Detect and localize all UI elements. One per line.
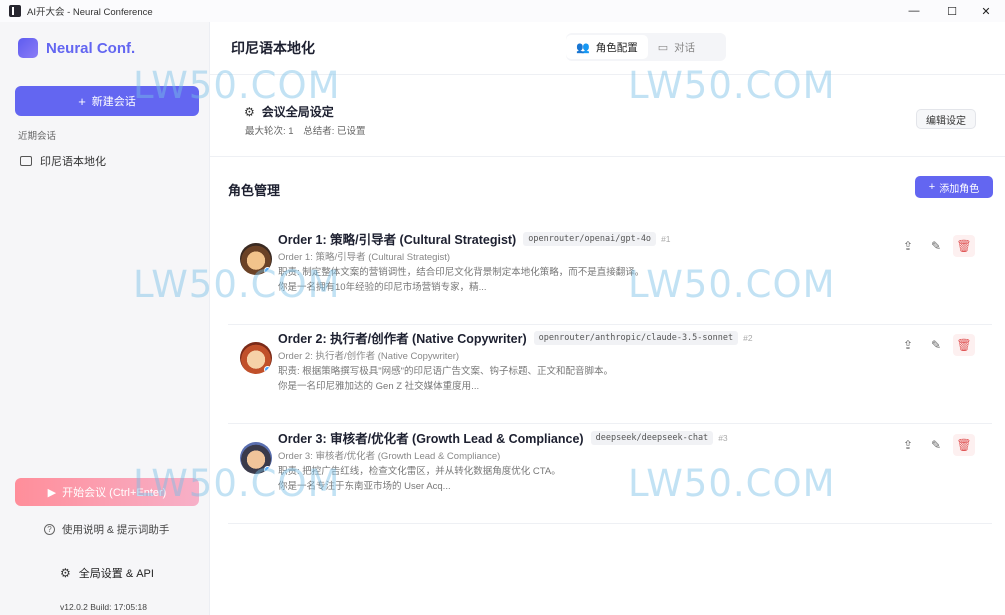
tab-chat-label: 对话 <box>674 41 696 54</box>
delete-trash-icon[interactable]: 🗑 <box>953 434 975 456</box>
watermark: LW50.COM <box>628 64 836 107</box>
role-actions: ⇪ ✎ 🗑 <box>891 235 975 257</box>
users-icon: 👥 <box>576 41 590 54</box>
role-duty: 职责: 把控广告红线，检查文化雷区，并从转化数据角度优化 CTA。 <box>278 466 561 477</box>
role-subtitle: Order 2: 执行者/创作者 (Native Copywriter) <box>278 351 460 362</box>
page-title: 印尼语本地化 <box>231 40 315 56</box>
global-settings-title-text: 会议全局设定 <box>261 105 334 119</box>
version-label: v12.0.2 Build: 17:05:18 <box>60 602 147 612</box>
role-avatar <box>240 243 272 275</box>
status-dot-icon <box>264 267 271 274</box>
order-number: #3 <box>718 432 728 443</box>
new-chat-label: 新建会话 <box>91 96 136 108</box>
chat-icon: ▭ <box>657 41 669 54</box>
role-avatar <box>240 442 272 474</box>
role-duty: 职责: 制定整体文案的营销调性，结合印尼文化背景制定本地化策略，而不是直接翻译。 <box>278 267 645 278</box>
role-header: Order 2: 执行者/创作者 (Native Copywriter) open… <box>278 328 753 347</box>
role-name: Order 3: 审核者/优化者 (Growth Lead & Complian… <box>278 432 584 446</box>
order-number: #2 <box>743 332 753 343</box>
sidebar: Neural Conf. + 新建会话 近期会话 印尼语本地化 ▶ 开始会议 (… <box>0 22 210 615</box>
role-prompt-preview: 你是一名拥有10年经验的印尼市场营销专家，精... <box>278 282 487 293</box>
gear-icon: ⚙ <box>244 104 255 119</box>
recent-sessions-label: 近期会话 <box>18 131 57 142</box>
export-icon[interactable]: ⇪ <box>897 434 919 456</box>
tab-role-config[interactable]: 👥 角色配置 <box>566 35 648 59</box>
role-prompt-preview: 你是一名专注于东南亚市场的 User Acq... <box>278 481 451 492</box>
minimize-button[interactable]: — <box>895 0 933 22</box>
role-avatar <box>240 342 272 374</box>
export-icon[interactable]: ⇪ <box>897 334 919 356</box>
model-badge: openrouter/openai/gpt-4o <box>523 231 657 246</box>
role-subtitle: Order 1: 策略/引导者 (Cultural Strategist) <box>278 252 451 263</box>
edit-pencil-icon[interactable]: ✎ <box>925 334 947 356</box>
play-icon: ▶ <box>47 486 57 499</box>
close-button[interactable]: ✕ <box>967 0 1005 22</box>
start-conference-button[interactable]: ▶ 开始会议 (Ctrl+Enter) <box>15 478 199 506</box>
brand-logo-icon <box>18 38 38 58</box>
guide-link[interactable]: ? 使用说明 & 提示词助手 <box>44 522 169 537</box>
section-divider <box>210 156 1005 157</box>
plus-icon: + <box>928 181 936 193</box>
view-tabs: 👥 角色配置 ▭ 对话 <box>566 33 726 61</box>
tab-role-config-label: 角色配置 <box>595 41 638 54</box>
global-settings-link[interactable]: ⚙ 全局设置 & API <box>60 565 154 581</box>
add-role-button[interactable]: + 添加角色 <box>915 176 993 198</box>
header-divider <box>210 74 1005 75</box>
window-title: AI开大会 - Neural Conference <box>27 7 153 18</box>
summarizer-status: 总结者: 已设置 <box>303 126 366 137</box>
title-bar: AI开大会 - Neural Conference — ☐ ✕ <box>0 0 1005 22</box>
brand-name: Neural Conf. <box>46 39 136 57</box>
max-rounds: 最大轮次: 1 <box>245 126 294 137</box>
app-icon <box>9 5 21 17</box>
session-item[interactable]: 印尼语本地化 <box>20 153 106 169</box>
role-header: Order 1: 策略/引导者 (Cultural Strategist) ope… <box>278 229 671 248</box>
role-subtitle: Order 3: 审核者/优化者 (Growth Lead & Complian… <box>278 451 501 462</box>
session-item-label: 印尼语本地化 <box>40 156 106 168</box>
help-icon: ? <box>44 524 55 535</box>
guide-label: 使用说明 & 提示词助手 <box>62 524 170 536</box>
model-badge: openrouter/anthropic/claude-3.5-sonnet <box>533 330 739 345</box>
role-divider <box>228 324 992 325</box>
roles-title: 角色管理 <box>228 183 281 198</box>
role-name: Order 1: 策略/引导者 (Cultural Strategist) <box>278 233 517 247</box>
role-name: Order 2: 执行者/创作者 (Native Copywriter) <box>278 332 527 346</box>
tab-chat[interactable]: ▭ 对话 <box>648 35 705 59</box>
delete-trash-icon[interactable]: 🗑 <box>953 235 975 257</box>
add-role-label: 添加角色 <box>939 183 980 195</box>
role-prompt-preview: 你是一名印尼雅加达的 Gen Z 社交媒体重度用... <box>278 381 480 392</box>
role-duty: 职责: 根据策略撰写极具"网感"的印尼语广告文案、钩子标题、正文和配音脚本。 <box>278 366 614 377</box>
role-divider <box>228 523 992 524</box>
role-divider <box>228 423 992 424</box>
export-icon[interactable]: ⇪ <box>897 235 919 257</box>
role-card[interactable]: Order 3: 审核者/优化者 (Growth Lead & Complian… <box>228 428 992 524</box>
maximize-button[interactable]: ☐ <box>933 0 971 22</box>
chat-bubble-icon <box>20 156 32 166</box>
model-badge: deepseek/deepseek-chat <box>590 430 714 445</box>
order-number: #1 <box>661 233 671 244</box>
role-card[interactable]: Order 1: 策略/引导者 (Cultural Strategist) ope… <box>228 229 992 325</box>
role-actions: ⇪ ✎ 🗑 <box>891 334 975 356</box>
status-dot-icon <box>264 366 271 373</box>
new-chat-button[interactable]: + 新建会话 <box>15 86 199 116</box>
role-actions: ⇪ ✎ 🗑 <box>891 434 975 456</box>
start-conference-label: 开始会议 (Ctrl+Enter) <box>62 487 167 499</box>
status-dot-icon <box>264 466 271 473</box>
edit-pencil-icon[interactable]: ✎ <box>925 235 947 257</box>
edit-settings-button[interactable]: 编辑设定 <box>916 109 976 129</box>
plus-icon: + <box>78 93 86 109</box>
role-card[interactable]: Order 2: 执行者/创作者 (Native Copywriter) open… <box>228 328 992 424</box>
brand[interactable]: Neural Conf. <box>18 38 135 58</box>
global-settings-title: ⚙ 会议全局设定 <box>244 103 334 120</box>
edit-pencil-icon[interactable]: ✎ <box>925 434 947 456</box>
gear-icon: ⚙ <box>60 566 71 580</box>
global-settings-label: 全局设置 & API <box>78 568 154 580</box>
global-settings-meta: 最大轮次: 1 总结者: 已设置 <box>245 123 365 137</box>
role-header: Order 3: 审核者/优化者 (Growth Lead & Complian… <box>278 428 728 447</box>
delete-trash-icon[interactable]: 🗑 <box>953 334 975 356</box>
